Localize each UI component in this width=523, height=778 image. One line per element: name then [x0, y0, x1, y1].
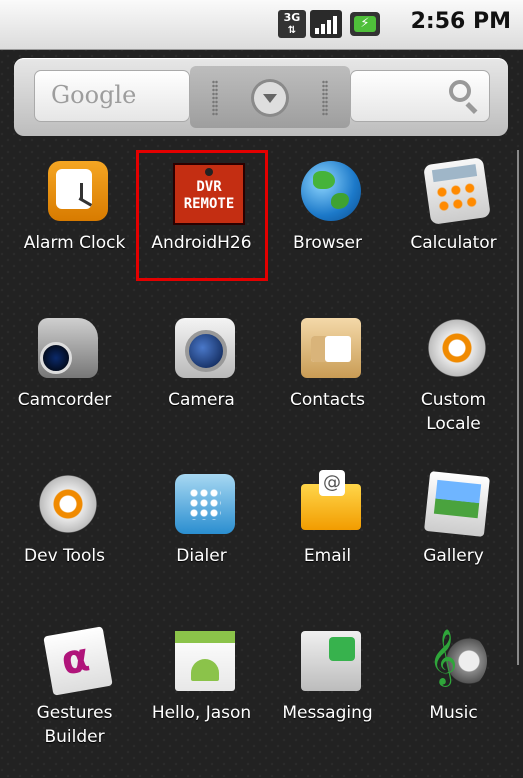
app-email[interactable]: Email — [265, 468, 390, 598]
home-screen: 3G ⇅ ⚡ 2:56 PM Google Alarm Clock DVR REM… — [0, 0, 523, 778]
app-label: Calculator — [410, 233, 497, 253]
app-gallery[interactable]: Gallery — [391, 468, 516, 598]
app-label: Email — [303, 546, 352, 566]
app-contacts[interactable]: Contacts — [265, 312, 390, 442]
app-custom-locale[interactable]: Custom Locale — [391, 312, 516, 442]
android-robot-icon — [175, 631, 235, 691]
chevron-down-icon[interactable] — [254, 82, 286, 114]
gear-icon — [427, 318, 487, 378]
app-gestures-builder[interactable]: Gestures Builder — [12, 625, 137, 755]
email-icon — [301, 470, 361, 530]
app-label: Gallery — [423, 546, 484, 566]
gestures-icon — [43, 626, 113, 696]
selected-app-highlight — [136, 150, 268, 281]
music-icon — [427, 627, 487, 691]
status-bar: 3G ⇅ ⚡ 2:56 PM — [0, 0, 523, 50]
alarm-clock-icon — [48, 161, 108, 221]
calculator-icon — [423, 157, 491, 225]
app-label: Dev Tools — [24, 546, 105, 566]
app-label: Hello, Jason — [151, 703, 252, 723]
app-dev-tools[interactable]: Dev Tools — [2, 468, 127, 598]
google-search-field[interactable]: Google — [34, 70, 190, 122]
phone-dialer-icon — [175, 474, 235, 534]
app-label: Music — [429, 703, 478, 723]
search-icon — [449, 80, 471, 102]
app-label: Custom Locale — [420, 390, 487, 434]
search-button[interactable] — [350, 70, 490, 122]
status-time: 2:56 PM — [410, 9, 511, 34]
signal-strength-icon — [310, 10, 342, 38]
app-label: Contacts — [290, 390, 365, 410]
network-type-label: 3G — [283, 11, 301, 24]
app-camera[interactable]: Camera — [139, 312, 264, 442]
app-camcorder[interactable]: Camcorder — [2, 312, 127, 442]
camcorder-icon — [38, 318, 98, 378]
globe-icon — [301, 161, 361, 221]
app-hello-jason[interactable]: Hello, Jason — [139, 625, 264, 755]
grip-left-icon — [212, 80, 218, 116]
gear-icon — [38, 474, 98, 534]
scrollbar[interactable] — [517, 150, 519, 665]
app-label: Alarm Clock — [23, 233, 126, 253]
app-browser[interactable]: Browser — [265, 155, 390, 285]
contacts-icon — [301, 318, 361, 378]
app-drawer-handle[interactable] — [190, 66, 350, 128]
app-music[interactable]: Music — [391, 625, 516, 755]
battery-charging-icon: ⚡ — [350, 12, 380, 36]
app-label: Messaging — [282, 703, 373, 723]
gallery-icon — [424, 471, 490, 537]
app-label: Camcorder — [17, 390, 112, 410]
app-calculator[interactable]: Calculator — [391, 155, 516, 285]
app-label: Browser — [293, 233, 362, 253]
messaging-icon — [301, 631, 361, 691]
app-dialer[interactable]: Dialer — [139, 468, 264, 598]
app-label: Dialer — [176, 546, 227, 566]
app-messaging[interactable]: Messaging — [265, 625, 390, 755]
grip-right-icon — [322, 80, 328, 116]
app-alarm-clock[interactable]: Alarm Clock — [12, 155, 137, 285]
app-label: Camera — [168, 390, 235, 410]
app-label: Gestures Builder — [36, 703, 113, 747]
camera-icon — [175, 318, 235, 378]
google-search-widget: Google — [14, 58, 508, 136]
google-logo: Google — [51, 81, 137, 109]
3g-network-icon: 3G ⇅ — [278, 10, 306, 38]
